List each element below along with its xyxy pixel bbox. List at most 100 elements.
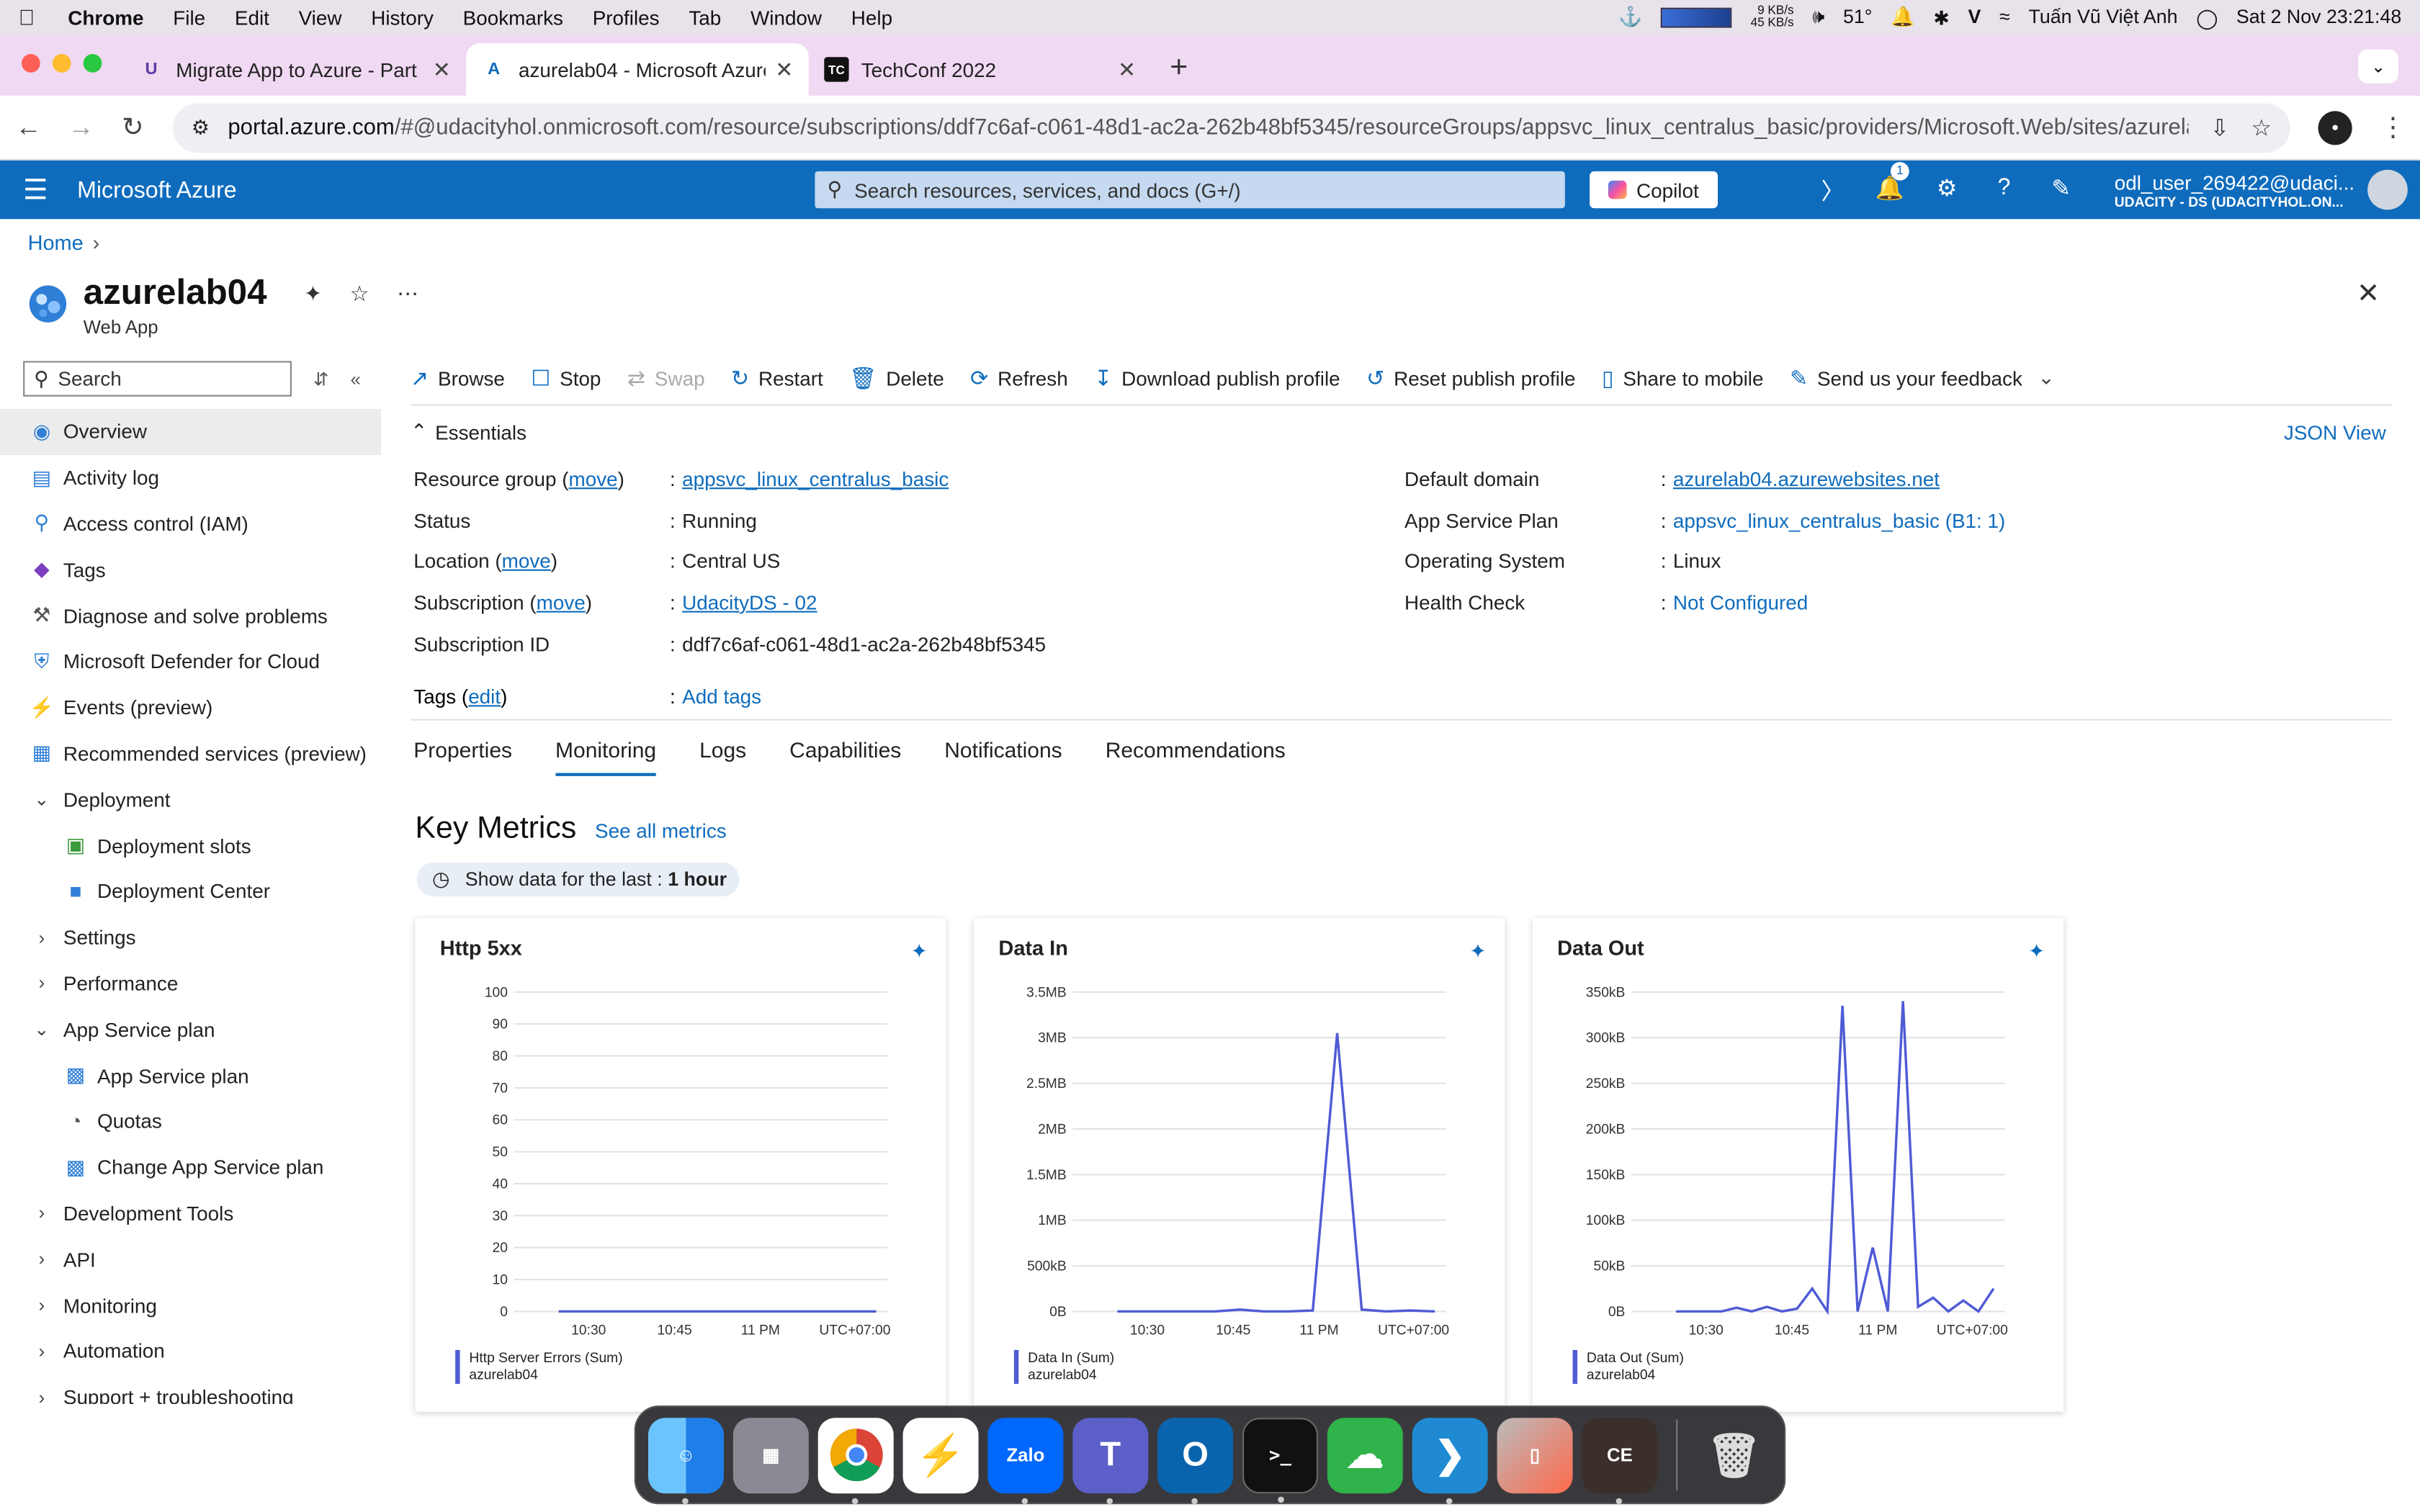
copilot-button[interactable]: Copilot [1590,171,1718,209]
menu-window[interactable]: Window [750,6,822,29]
sidebar-item-deployment-slots[interactable]: ▣ Deployment slots [0,823,381,869]
collapse-menu-icon[interactable]: « [351,368,361,390]
health-check-link[interactable]: Not Configured [1673,591,1808,614]
bookmark-star-icon[interactable]: ☆ [2251,114,2272,141]
menu-edit[interactable]: Edit [235,6,269,29]
notifications-icon[interactable]: 🔔 1 [1861,161,1918,206]
dock-teams[interactable]: T [1072,1417,1149,1504]
edit-tags-link[interactable]: edit [468,685,501,708]
install-icon[interactable]: ⇩ [2210,114,2230,141]
settings-gear-icon[interactable]: ⚙ [1919,174,1976,206]
menu-view[interactable]: View [299,6,342,29]
site-info-icon[interactable]: ⚙ [192,115,210,140]
sidebar-group-monitoring[interactable]: › Monitoring [0,1282,381,1328]
move-link[interactable]: move [502,549,551,572]
dock-launchpad[interactable]: ▦ [732,1417,809,1493]
metric-card-data-in[interactable]: Data In ✦ 3.5MB 3MB 2.5MB 2MB 1.5MB 1MB 500kB 0… [974,918,1505,1413]
back-icon[interactable]: ← [15,112,41,143]
refresh-button[interactable]: ⟳ Refresh [970,365,1068,391]
sidebar-item-overview[interactable]: ◉ Overview [0,408,382,455]
move-link[interactable]: move [537,591,586,614]
reset-publish-profile-button[interactable]: ↺ Reset publish profile [1366,365,1575,391]
menu-tab[interactable]: Tab [689,6,721,29]
default-domain-link[interactable]: azurelab04.azurewebsites.net [1673,467,1940,490]
azure-search-input[interactable]: ⚲ Search resources, services, and docs (… [815,171,1565,209]
clock[interactable]: Sat 2 Nov 23:21:48 [2236,6,2401,28]
new-tab-button[interactable]: + [1170,51,1188,86]
sidebar-item-defender[interactable]: ⛨ Microsoft Defender for Cloud [0,639,381,685]
resource-group-link[interactable]: appsvc_linux_centralus_basic [682,467,949,490]
sidebar-group-app-service-plan[interactable]: ⌄ App Service plan [0,1007,381,1053]
stop-button[interactable]: ☐ Stop [531,365,601,391]
time-range-pill[interactable]: ◷ Show data for the last : 1 hour [416,863,740,897]
control-center-icon[interactable]: ◯ [2196,6,2218,29]
menu-history[interactable]: History [371,6,434,29]
close-tab-icon[interactable]: ✕ [1118,56,1136,82]
more-menu-icon[interactable]: ⋮ [2380,112,2406,143]
docker-icon[interactable]: ⚓ [1618,6,1642,29]
apple-icon[interactable]:  [19,4,40,29]
sidebar-item-activity-log[interactable]: ▤ Activity log [0,455,381,501]
vpn-icon[interactable]: V [1968,6,1981,28]
bluetooth-icon[interactable]: ✱ [1933,6,1949,29]
sidebar-group-deployment[interactable]: ⌄ Deployment [0,777,381,823]
sidebar-group-api[interactable]: › API [0,1236,381,1282]
menu-search-input[interactable]: ⚲ Search [23,361,292,397]
dock-cloud[interactable]: ☁ [1327,1417,1403,1493]
sidebar-group-performance[interactable]: › Performance [0,960,381,1007]
tab-properties[interactable]: Properties [411,721,512,776]
wifi-icon[interactable]: ≈ [1999,6,2010,28]
dock-iphone-mirroring[interactable]: ▯ [1497,1417,1573,1493]
tab-recommendations[interactable]: Recommendations [1106,721,1286,776]
swap-button[interactable]: ⇄ Swap [627,365,705,391]
cloud-shell-icon[interactable]: 〉 [1804,174,1861,206]
menu-file[interactable]: File [173,6,205,29]
sidebar-item-events[interactable]: ⚡ Events (preview) [0,685,381,731]
close-window-button[interactable] [22,54,40,73]
tab-capabilities[interactable]: Capabilities [789,721,901,776]
delete-button[interactable]: 🗑 Delete [849,365,944,391]
sidebar-item-diagnose[interactable]: ⚒ Diagnose and solve problems [0,593,381,639]
subscription-link[interactable]: UdacityDS - 02 [682,591,817,614]
metric-card-http5xx[interactable]: Http 5xx ✦ 100 90 80 70 60 50 40 30 20 10 0 10:30 10… [415,918,946,1413]
breadcrumb-home[interactable]: Home [28,231,84,254]
help-icon[interactable]: ? [1976,174,2033,206]
menu-help[interactable]: Help [851,6,892,29]
sidebar-item-tags[interactable]: ◆ Tags [0,546,381,593]
sidebar-item-iam[interactable]: ⚲ Access control (IAM) [0,501,381,547]
sidebar-group-support[interactable]: › Support + troubleshooting [0,1374,381,1404]
move-link[interactable]: move [569,467,618,490]
tab-notifications[interactable]: Notifications [944,721,1062,776]
hamburger-icon[interactable]: ☰ [0,174,71,206]
feedback-icon[interactable]: ✎ [2033,174,2089,206]
profile-avatar[interactable]: ● [2318,110,2352,145]
add-tags-link[interactable]: Add tags [682,685,761,708]
tab-udacity[interactable]: U Migrate App to Azure - Part 3 ✕ [123,43,466,96]
close-tab-icon[interactable]: ✕ [433,56,451,82]
app-service-plan-link[interactable]: appsvc_linux_centralus_basic (B1: 1) [1673,508,2005,531]
tab-monitoring[interactable]: Monitoring [555,721,657,776]
sidebar-item-recommended[interactable]: ▦ Recommended services (preview) [0,731,381,777]
sidebar-group-dev-tools[interactable]: › Development Tools [0,1190,381,1236]
sidebar-item-quotas[interactable]: ◔ Quotas [0,1099,381,1145]
sidebar-group-automation[interactable]: › Automation [0,1328,381,1374]
macbar-user[interactable]: Tuấn Vũ Việt Anh [2028,6,2177,28]
zoom-window-button[interactable] [83,54,102,73]
dock-zalo[interactable]: Zalo [987,1417,1064,1504]
menu-bookmarks[interactable]: Bookmarks [463,6,563,29]
address-bar[interactable]: ⚙ portal.azure.com/#@udacityhol.onmicros… [173,102,2290,153]
feedback-button[interactable]: ✎ Send us your feedback ⌄ [1790,365,2055,391]
dock-vscode[interactable]: ❯ [1412,1417,1488,1504]
tab-techconf[interactable]: TC TechConf 2022 ✕ [809,43,1152,96]
tab-search-button[interactable]: ⌄ [2358,49,2398,84]
more-actions-icon[interactable]: ⋯ [397,281,418,307]
close-tab-icon[interactable]: ✕ [775,56,793,82]
expand-collapse-icon[interactable]: ⇵ [313,368,329,390]
json-view-link[interactable]: JSON View [2284,420,2386,444]
menu-app[interactable]: Chrome [68,6,143,29]
dock-messenger[interactable]: ⚡ [902,1417,979,1493]
sidebar-item-change-plan[interactable]: ▩ Change App Service plan [0,1144,381,1190]
download-publish-profile-button[interactable]: ↧ Download publish profile [1094,365,1340,391]
dock-finder[interactable]: ☺ [648,1417,724,1504]
sidebar-item-deployment-center[interactable]: ■ Deployment Center [0,868,381,914]
